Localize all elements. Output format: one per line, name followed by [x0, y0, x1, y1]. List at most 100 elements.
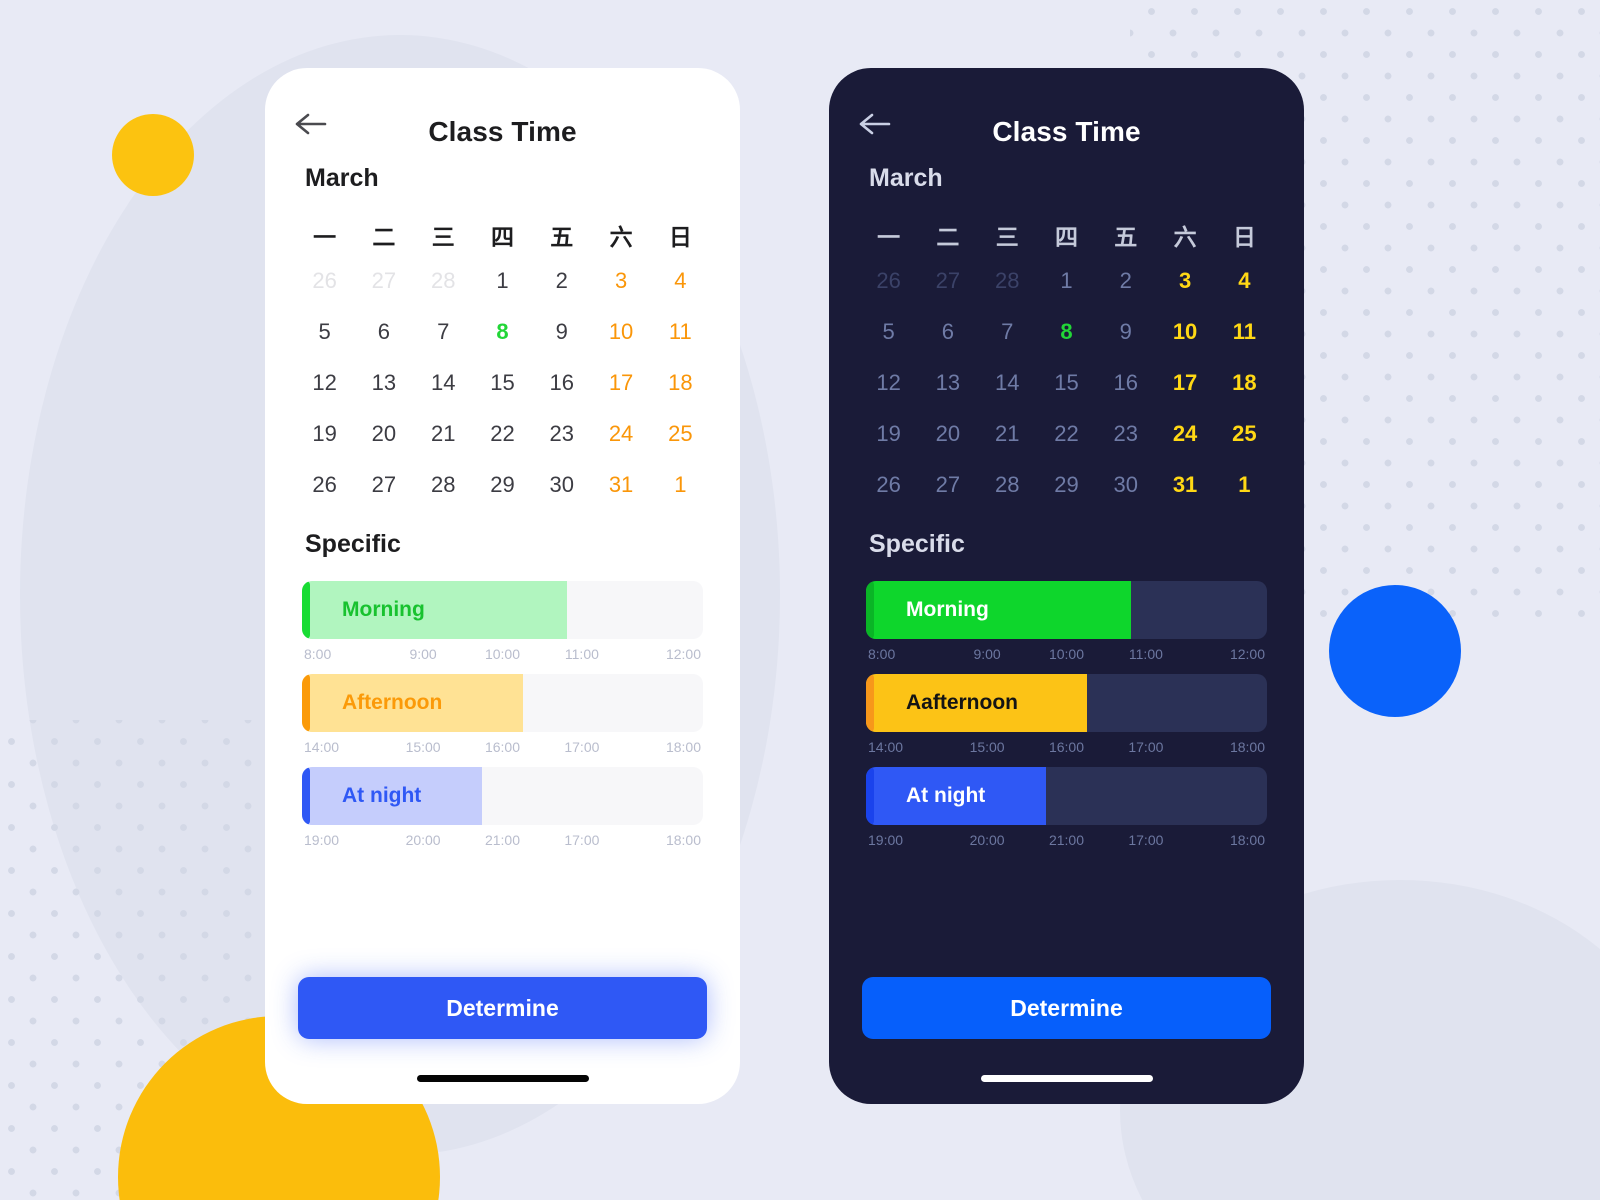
- calendar-day-29[interactable]: 29: [473, 459, 532, 510]
- calendar-day-24[interactable]: 24: [1155, 408, 1214, 459]
- tick-label: 19:00: [868, 832, 904, 848]
- time-slot-list[interactable]: Morning 8:00 9:00 10:00 11:00 12:00 Aafternoon…: [866, 581, 1267, 860]
- calendar-day-6[interactable]: 6: [354, 306, 413, 357]
- calendar-day-1[interactable]: 1: [1215, 459, 1274, 510]
- slot-track[interactable]: Morning: [866, 581, 1267, 639]
- slot-fill[interactable]: Morning: [302, 581, 567, 639]
- calendar-day-12[interactable]: 12: [295, 357, 354, 408]
- calendar-day-14[interactable]: 14: [978, 357, 1037, 408]
- calendar-day-23[interactable]: 23: [532, 408, 591, 459]
- calendar-day-16[interactable]: 16: [1096, 357, 1155, 408]
- calendar-day-8[interactable]: 8: [473, 306, 532, 357]
- calendar-day-13[interactable]: 13: [354, 357, 413, 408]
- slot-fill[interactable]: Morning: [866, 581, 1131, 639]
- calendar-day-21[interactable]: 21: [978, 408, 1037, 459]
- calendar-day-30[interactable]: 30: [532, 459, 591, 510]
- calendar-day-22[interactable]: 22: [473, 408, 532, 459]
- calendar-day-19[interactable]: 19: [859, 408, 918, 459]
- calendar-light[interactable]: 一二三四五六日 26 27 28 1 2 3 4 5 6 7 8 9 10 11 12 13 14 15 16 17 1…: [295, 215, 710, 510]
- calendar-day-28[interactable]: 28: [978, 255, 1037, 306]
- calendar-day-1[interactable]: 1: [651, 459, 710, 510]
- slot-track[interactable]: Afternoon: [302, 674, 703, 732]
- calendar-day-24[interactable]: 24: [591, 408, 650, 459]
- determine-button[interactable]: Determine: [298, 977, 707, 1039]
- slot-drag-handle[interactable]: [302, 674, 310, 732]
- calendar-day-16[interactable]: 16: [532, 357, 591, 408]
- calendar-day-27[interactable]: 27: [918, 459, 977, 510]
- slot-track[interactable]: At night: [302, 767, 703, 825]
- calendar-day-25[interactable]: 25: [651, 408, 710, 459]
- calendar-day-26[interactable]: 26: [859, 459, 918, 510]
- calendar-day-28[interactable]: 28: [414, 459, 473, 510]
- calendar-day-27[interactable]: 27: [918, 255, 977, 306]
- calendar-day-15[interactable]: 15: [1037, 357, 1096, 408]
- calendar-day-18[interactable]: 18: [651, 357, 710, 408]
- calendar-day-1[interactable]: 1: [1037, 255, 1096, 306]
- calendar-day-28[interactable]: 28: [414, 255, 473, 306]
- calendar-dark[interactable]: 一二三四五六日 26 27 28 1 2 3 4 5 6 7 8 9 10 11 12 13 14 15 16 17 1…: [859, 215, 1274, 510]
- calendar-day-28[interactable]: 28: [978, 459, 1037, 510]
- calendar-day-17[interactable]: 17: [1155, 357, 1214, 408]
- slot-drag-handle[interactable]: [302, 581, 310, 639]
- calendar-day-5[interactable]: 5: [859, 306, 918, 357]
- calendar-week-row: 5 6 7 8 9 10 11: [295, 306, 710, 357]
- calendar-day-26[interactable]: 26: [295, 459, 354, 510]
- calendar-day-9[interactable]: 9: [532, 306, 591, 357]
- tick-label: 15:00: [405, 739, 441, 755]
- slot-track[interactable]: At night: [866, 767, 1267, 825]
- calendar-day-30[interactable]: 30: [1096, 459, 1155, 510]
- tick-label: 19:00: [304, 832, 340, 848]
- calendar-day-5[interactable]: 5: [295, 306, 354, 357]
- calendar-day-11[interactable]: 11: [1215, 306, 1274, 357]
- calendar-day-27[interactable]: 27: [354, 255, 413, 306]
- slot-drag-handle[interactable]: [866, 581, 874, 639]
- calendar-day-18[interactable]: 18: [1215, 357, 1274, 408]
- calendar-day-12[interactable]: 12: [859, 357, 918, 408]
- calendar-day-4[interactable]: 4: [1215, 255, 1274, 306]
- calendar-day-31[interactable]: 31: [1155, 459, 1214, 510]
- calendar-day-7[interactable]: 7: [414, 306, 473, 357]
- calendar-day-11[interactable]: 11: [651, 306, 710, 357]
- calendar-day-4[interactable]: 4: [651, 255, 710, 306]
- determine-button[interactable]: Determine: [862, 977, 1271, 1039]
- calendar-day-10[interactable]: 10: [1155, 306, 1214, 357]
- calendar-day-9[interactable]: 9: [1096, 306, 1155, 357]
- calendar-day-20[interactable]: 20: [918, 408, 977, 459]
- slot-drag-handle[interactable]: [866, 674, 874, 732]
- calendar-weeks[interactable]: 26 27 28 1 2 3 4 5 6 7 8 9 10 11 12 13 14 15 16 17 18 19 20 21 2…: [295, 255, 710, 510]
- calendar-day-15[interactable]: 15: [473, 357, 532, 408]
- calendar-day-2[interactable]: 2: [532, 255, 591, 306]
- calendar-day-23[interactable]: 23: [1096, 408, 1155, 459]
- slot-drag-handle[interactable]: [302, 767, 310, 825]
- calendar-weeks[interactable]: 26 27 28 1 2 3 4 5 6 7 8 9 10 11 12 13 14 15 16 17 18 19 20 21 2…: [859, 255, 1274, 510]
- calendar-day-7[interactable]: 7: [978, 306, 1037, 357]
- slot-fill[interactable]: At night: [302, 767, 483, 825]
- calendar-day-13[interactable]: 13: [918, 357, 977, 408]
- calendar-day-26[interactable]: 26: [295, 255, 354, 306]
- calendar-day-3[interactable]: 3: [1155, 255, 1214, 306]
- calendar-day-20[interactable]: 20: [354, 408, 413, 459]
- calendar-day-21[interactable]: 21: [414, 408, 473, 459]
- slot-track[interactable]: Aafternoon: [866, 674, 1267, 732]
- calendar-day-25[interactable]: 25: [1215, 408, 1274, 459]
- calendar-day-8[interactable]: 8: [1037, 306, 1096, 357]
- calendar-day-31[interactable]: 31: [591, 459, 650, 510]
- calendar-day-26[interactable]: 26: [859, 255, 918, 306]
- slot-track[interactable]: Morning: [302, 581, 703, 639]
- slot-fill[interactable]: Afternoon: [302, 674, 523, 732]
- calendar-day-6[interactable]: 6: [918, 306, 977, 357]
- calendar-day-14[interactable]: 14: [414, 357, 473, 408]
- calendar-day-17[interactable]: 17: [591, 357, 650, 408]
- slot-fill[interactable]: Aafternoon: [866, 674, 1087, 732]
- calendar-day-2[interactable]: 2: [1096, 255, 1155, 306]
- calendar-day-22[interactable]: 22: [1037, 408, 1096, 459]
- time-slot-list[interactable]: Morning 8:00 9:00 10:00 11:00 12:00 Afternoon 1…: [302, 581, 703, 860]
- calendar-day-29[interactable]: 29: [1037, 459, 1096, 510]
- slot-fill[interactable]: At night: [866, 767, 1047, 825]
- calendar-day-27[interactable]: 27: [354, 459, 413, 510]
- calendar-day-10[interactable]: 10: [591, 306, 650, 357]
- calendar-day-1[interactable]: 1: [473, 255, 532, 306]
- calendar-day-3[interactable]: 3: [591, 255, 650, 306]
- slot-drag-handle[interactable]: [866, 767, 874, 825]
- calendar-day-19[interactable]: 19: [295, 408, 354, 459]
